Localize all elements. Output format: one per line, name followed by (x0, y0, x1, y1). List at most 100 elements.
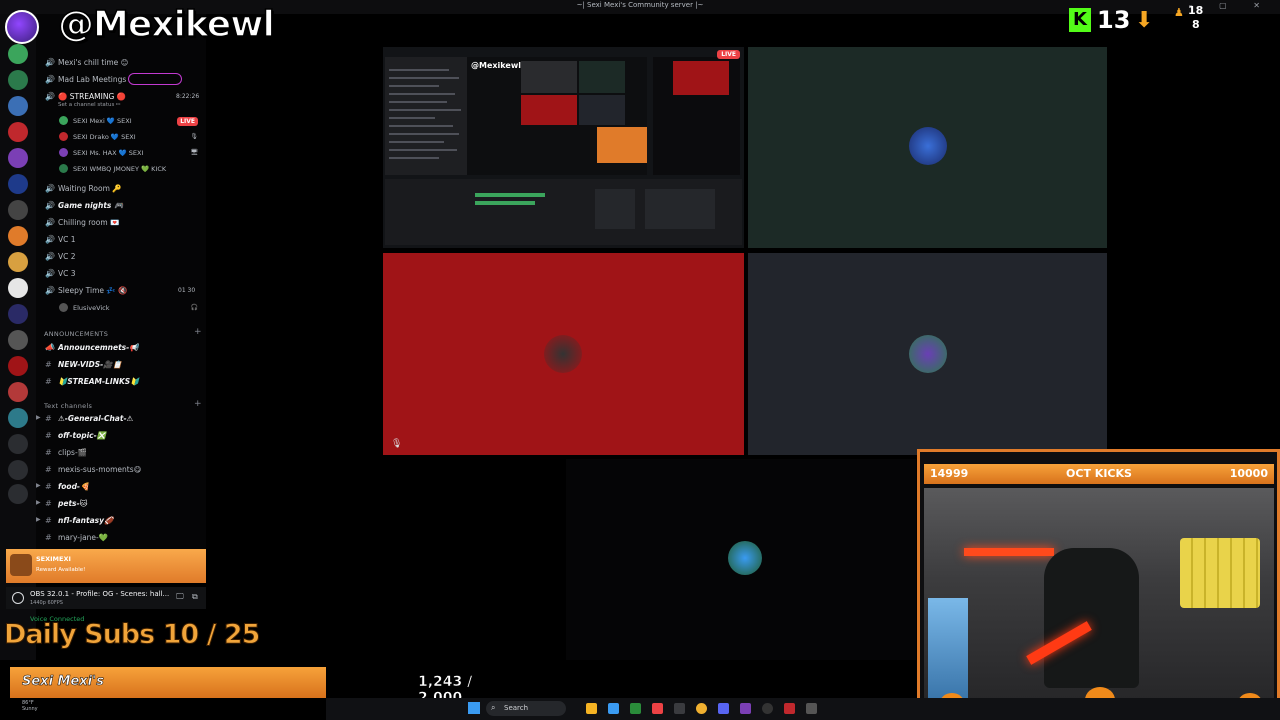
avatar (59, 303, 68, 312)
goal-label-text: Sexi Mexi's (22, 674, 104, 690)
windows-start-icon[interactable] (468, 702, 480, 714)
participant-tile[interactable] (748, 253, 1107, 455)
voice-channel[interactable]: 🔊 Mexi's chill time 😊 (36, 56, 206, 70)
member-name: ElusiveVick (73, 304, 110, 312)
channel-label: Mexi's chill time 😊 (58, 58, 129, 67)
screenshare-tile[interactable]: @Mexikewl LIVE (383, 47, 744, 248)
activity-bar[interactable]: OBS 32.0.1 - Profile: OG - Scenes: hall.… (6, 587, 206, 609)
server-icon[interactable] (8, 278, 28, 298)
app-icon[interactable] (652, 703, 663, 714)
kick-count: 13 (1097, 6, 1131, 34)
voice-channel[interactable]: 🔊 Chilling room 💌 (36, 216, 206, 230)
server-icon[interactable] (8, 356, 28, 376)
server-icon[interactable] (8, 122, 28, 142)
server-icon[interactable] (8, 408, 28, 428)
hash-icon: # (45, 482, 52, 491)
text-channel[interactable]: # 🔰STREAM-LINKS🔰 (36, 375, 206, 389)
channel-sidebar: 🔊 Mexi's chill time 😊 🔊 Mad Lab Meetings… (36, 14, 206, 549)
speaker-icon: 🔊 (45, 201, 55, 210)
text-channel[interactable]: ▶ # nfl-fantasy🏈 (36, 514, 206, 528)
text-channel[interactable]: 📣 Announcemnets-📢 (36, 341, 206, 355)
file-explorer-icon[interactable] (586, 703, 597, 714)
app-icon[interactable] (630, 703, 641, 714)
category-announcements[interactable]: ANNOUNCEMENTS (44, 330, 108, 338)
screenshare-icon[interactable]: 🖵 (176, 592, 184, 602)
server-icon[interactable] (8, 226, 28, 246)
preview-cam (597, 127, 647, 163)
store-icon[interactable] (608, 703, 619, 714)
member-name: SEXI Ms. HAX 💙 SEXI (73, 149, 144, 157)
voice-member[interactable]: SEXI Mexi 💙 SEXI LIVE (52, 114, 204, 128)
participant-tile[interactable] (566, 459, 916, 660)
channel-label: ⚠-General-Chat-⚠ (58, 414, 134, 423)
server-icon[interactable] (8, 96, 28, 116)
participant-tile[interactable] (748, 47, 1107, 248)
text-channel[interactable]: # off-topic-❎ (36, 429, 206, 443)
server-icon[interactable] (8, 200, 28, 220)
text-channel[interactable]: # NEW-VIDS-🎥📋 (36, 358, 206, 372)
voice-channel[interactable]: 🔊 VC 3 (36, 267, 206, 281)
channel-status[interactable]: Set a channel status ✏ (58, 102, 121, 108)
voice-channel[interactable]: 🔊 Waiting Room 🔑 (36, 182, 206, 196)
reward-panel[interactable]: SEXIMEXI Reward Available! (6, 549, 206, 583)
server-icon[interactable] (8, 382, 28, 402)
voice-channel[interactable]: 🔊 Sleepy Time 💤 🔇 01 30 (36, 284, 206, 298)
person-icon: ♟ (1174, 6, 1184, 19)
server-icon[interactable] (8, 174, 28, 194)
speaker-icon: 🔊 (45, 218, 55, 227)
server-icon[interactable] (8, 304, 28, 324)
popout-icon[interactable]: ⧉ (192, 592, 198, 602)
speaker-icon: 🔊 (45, 286, 55, 295)
text-channel[interactable]: # mary-jane-💚 (36, 531, 206, 545)
chrome-icon[interactable] (696, 703, 707, 714)
app-icon[interactable] (740, 703, 751, 714)
voice-channel[interactable]: 🔊 VC 1 (36, 233, 206, 247)
text-channel[interactable]: ▶ # ⚠-General-Chat-⚠ (36, 412, 206, 426)
server-icon[interactable] (8, 44, 28, 64)
text-channel[interactable]: ▶ # pets-🐱 (36, 497, 206, 511)
server-icon[interactable] (8, 252, 28, 272)
app-icon[interactable] (784, 703, 795, 714)
app-icon[interactable] (674, 703, 685, 714)
discord-icon[interactable] (718, 703, 729, 714)
goal-title: OCT KICKS (1066, 467, 1132, 480)
shared-chat-panel (385, 57, 467, 175)
server-icon[interactable] (8, 434, 28, 454)
voice-member[interactable]: SEXI Ms. HAX 💙 SEXI 🖥 (52, 146, 204, 160)
server-icon[interactable] (8, 330, 28, 350)
add-channel-icon[interactable]: + (194, 327, 202, 337)
shared-obs-window (385, 179, 742, 245)
taskbar-search[interactable]: ⌕ Search (486, 701, 566, 716)
add-channel-icon[interactable]: + (194, 399, 202, 409)
text-channel[interactable]: ▶ # food-🍕 (36, 480, 206, 494)
channel-label: VC 3 (58, 269, 76, 278)
goal-right: 10000 (1229, 467, 1268, 480)
channel-label: Waiting Room 🔑 (58, 184, 122, 193)
voice-member[interactable]: ElusiveVick 🎧 (52, 301, 204, 315)
channel-label: nfl-fantasy🏈 (58, 516, 114, 525)
obs-panel (595, 189, 635, 229)
voice-member[interactable]: SEXI Drako 💙 SEXI 🎙 (52, 130, 204, 144)
server-icon[interactable] (8, 70, 28, 90)
weather-widget[interactable]: 86°F Sunny (22, 700, 38, 712)
led-light (964, 548, 1054, 556)
add-server-icon[interactable] (8, 460, 28, 480)
text-channel[interactable]: # mexis-sus-moments😋 (36, 463, 206, 477)
discover-icon[interactable] (8, 484, 28, 504)
voice-channel[interactable]: 🔊 Mad Lab Meetings (36, 73, 206, 87)
taskbar: ⌕ Search (326, 698, 1280, 720)
app-icon[interactable] (806, 703, 817, 714)
channel-label: VC 2 (58, 252, 76, 261)
obs-icon[interactable] (762, 703, 773, 714)
server-icon[interactable] (8, 148, 28, 168)
voice-member[interactable]: SEXI WMBQ JMONEY 💚 KICK (52, 162, 204, 176)
mic-muted-icon: 🎙 (190, 133, 198, 140)
text-channel[interactable]: # clips-🎬 (36, 446, 206, 460)
channel-label: off-topic-❎ (58, 431, 107, 440)
channel-timer: 8:22:26 (176, 93, 200, 100)
category-text-channels[interactable]: Text channels (44, 402, 92, 410)
voice-channel[interactable]: 🔊 Game nights 🎮 (36, 199, 206, 213)
voice-channel[interactable]: 🔊 VC 2 (36, 250, 206, 264)
chat-line (389, 141, 444, 143)
participant-tile[interactable]: 🎙 (383, 253, 744, 455)
